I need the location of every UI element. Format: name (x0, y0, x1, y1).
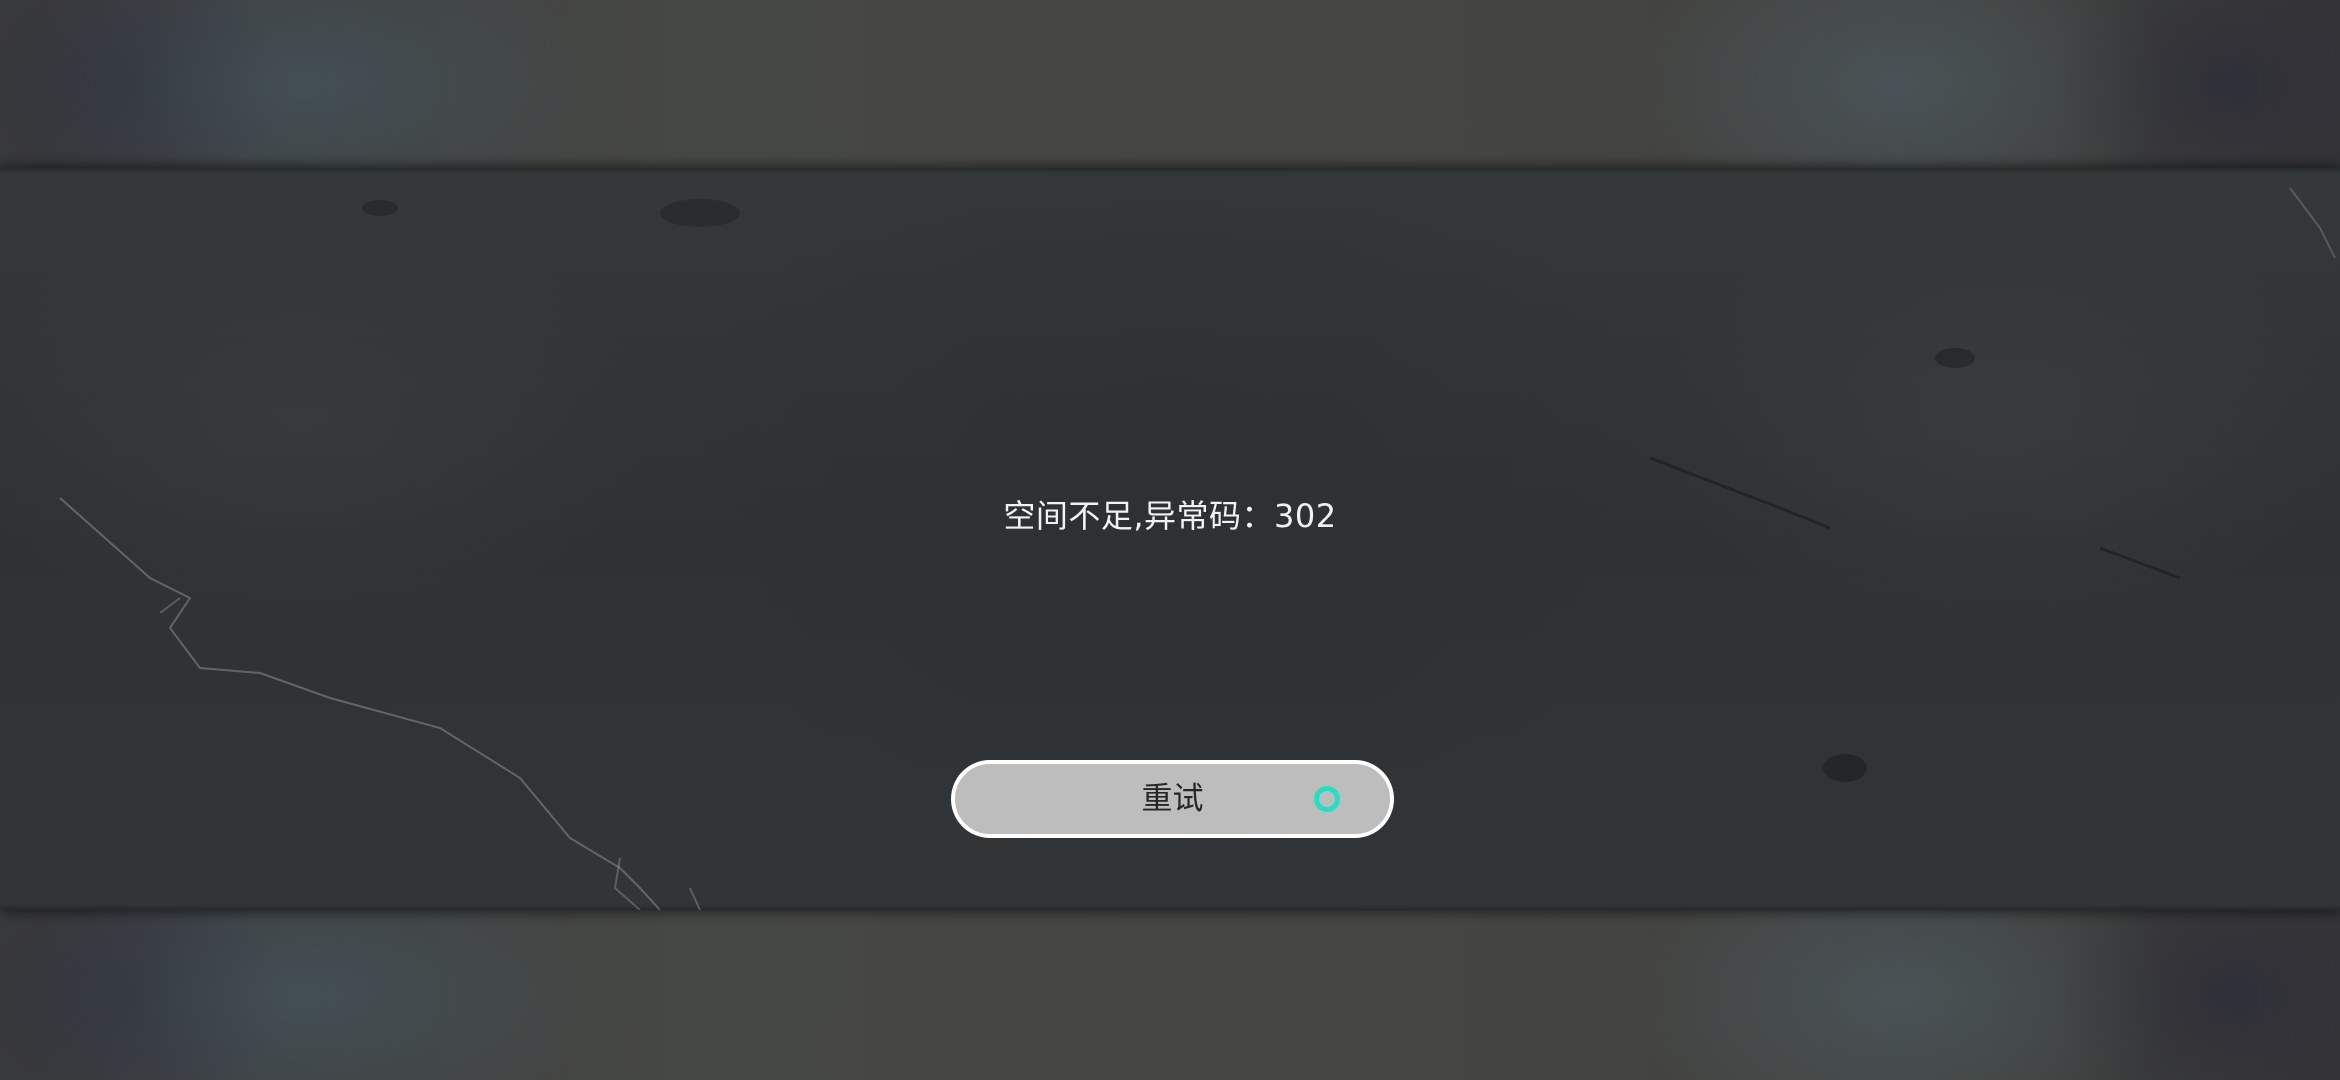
retry-button[interactable]: 重试 (951, 760, 1394, 838)
error-screen: 空间不足,异常码：302 重试 (0, 0, 2340, 1080)
blurred-background-bottom (0, 910, 2340, 1080)
blurred-background-top (0, 0, 2340, 168)
error-message: 空间不足,异常码：302 (1003, 497, 1337, 535)
circle-icon (1314, 786, 1340, 812)
